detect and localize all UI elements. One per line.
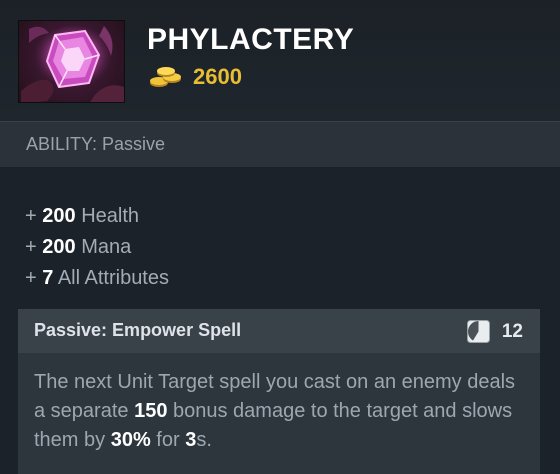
passive-description: The next Unit Target spell you cast on a… xyxy=(34,368,529,455)
cooldown: 12 xyxy=(466,320,523,343)
ability-type-bar: ABILITY: Passive xyxy=(0,121,560,167)
ability-type-label: ABILITY: Passive xyxy=(26,134,166,154)
desc-text: for xyxy=(150,429,186,451)
tooltip-header: PHYLACTERY 2600 xyxy=(0,0,560,121)
stat-line-health: + 200 Health xyxy=(25,201,169,232)
passive-header: Passive: Empower Spell 12 xyxy=(18,309,540,353)
desc-text: s. xyxy=(196,429,212,451)
gold-coins-icon xyxy=(147,64,185,90)
stat-line-attributes: + 7 All Attributes xyxy=(25,263,169,294)
cooldown-value: 12 xyxy=(501,320,523,342)
stat-value: 7 xyxy=(42,267,54,289)
stat-prefix: + xyxy=(25,236,37,258)
stat-name: All Attributes xyxy=(57,267,169,289)
item-tooltip: PHYLACTERY 2600 ABILITY: Passive + 200 H… xyxy=(0,0,560,474)
passive-ability-panel: Passive: Empower Spell 12 The next Unit … xyxy=(18,309,540,474)
stat-prefix: + xyxy=(25,267,37,289)
duration-value: 3 xyxy=(185,429,197,451)
gold-cost-value: 2600 xyxy=(193,64,242,89)
stat-value: 200 xyxy=(42,205,76,227)
stat-list: + 200 Health + 200 Mana + 7 All Attribut… xyxy=(25,201,169,294)
cooldown-icon xyxy=(466,320,490,343)
stat-value: 200 xyxy=(42,236,76,258)
phylactery-item-icon xyxy=(18,20,125,103)
stat-name: Mana xyxy=(81,236,132,258)
stat-line-mana: + 200 Mana xyxy=(25,232,169,263)
stat-name: Health xyxy=(81,205,139,227)
slow-value: 30% xyxy=(110,429,151,451)
damage-value: 150 xyxy=(134,400,168,422)
item-cost: 2600 xyxy=(147,63,242,91)
item-name: PHYLACTERY xyxy=(147,23,355,56)
stat-prefix: + xyxy=(25,205,37,227)
passive-title: Passive: Empower Spell xyxy=(34,320,242,340)
